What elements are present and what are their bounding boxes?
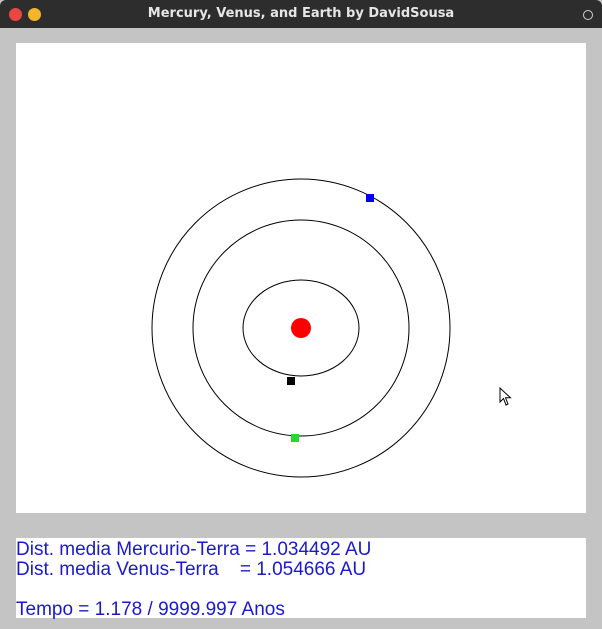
elapsed-time: Tempo = 1.178 / 9999.997 Anos [16,599,285,620]
window-titlebar: Mercury, Venus, and Earth by DavidSousa [0,0,602,28]
orbit-drawing [151,178,451,478]
window-title: Mercury, Venus, and Earth by DavidSousa [147,6,455,21]
venus-planet [291,434,299,442]
sun [291,318,311,338]
mercury-planet [287,377,295,385]
earth-planet [366,194,374,202]
mouse-pointer-icon [499,387,512,406]
venus-earth-distance: Dist. media Venus-Terra = 1.054666 AU [16,559,367,580]
maximize-window-button[interactable] [583,10,593,20]
mercury-earth-distance: Dist. media Mercurio-Terra = 1.034492 AU [16,539,372,560]
info-panel: Dist. media Mercurio-Terra = 1.034492 AU… [16,538,586,620]
simulation-canvas[interactable] [16,43,586,513]
